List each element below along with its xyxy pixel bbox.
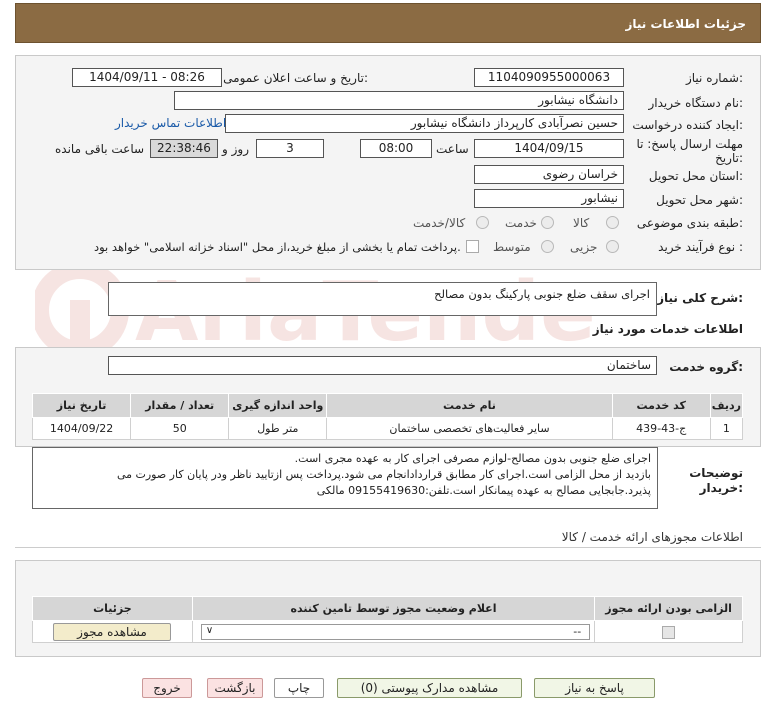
services-table: ردیف کد خدمت نام خدمت واحد اندازه گیری ت… (31, 393, 744, 440)
deadline-label: مهلت ارسال پاسخ: تا (636, 137, 743, 151)
buyer-notes-field: اجرای ضلع جنوبی بدون مصالح-لوازم مصرفی ا… (32, 447, 658, 509)
category-service-label: خدمت (505, 216, 537, 230)
deadline-time-field: 08:00 (360, 139, 432, 158)
cell-unit: متر طول (228, 417, 328, 440)
exit-button[interactable]: خروج (142, 678, 192, 698)
category-goods-label: کالا (573, 216, 590, 230)
col-service-code: کد خدمت (611, 393, 711, 418)
city-label: شهر محل تحویل: (656, 193, 743, 207)
buyer-org-label: نام دستگاه خریدار: (648, 96, 744, 110)
cell-quantity: 50 (130, 417, 230, 440)
col-quantity: تعداد / مقدار (130, 393, 230, 418)
cell-service-code: ج-43-439 (611, 417, 711, 440)
deadline-date-field: 1404/09/15 (474, 139, 624, 158)
services-section-title: اطلاعات خدمات مورد نیاز (592, 322, 743, 336)
cell-permit-required (594, 620, 743, 643)
days-label: روز و (222, 142, 249, 156)
city-field: نیشابور (474, 189, 624, 208)
permits-table: الزامی بودن ارائه مجوز اعلام وضعیت مجوز … (32, 596, 743, 643)
payment-note: پرداخت تمام یا بخشی از مبلغ خرید،از محل … (94, 240, 461, 254)
buyer-notes-label: توضیحات (689, 466, 743, 480)
buyer-notes-line-1: اجرای ضلع جنوبی بدون مصالح-لوازم مصرفی ا… (294, 452, 651, 465)
buyer-contact-link[interactable]: اطلاعات تماس خریدار (115, 116, 226, 130)
process-radio-medium[interactable] (541, 240, 554, 253)
col-permit-required: الزامی بودن ارائه مجوز (594, 596, 743, 621)
permit-status-select[interactable]: -- ∨ (200, 624, 591, 640)
buyer-notes-line-3: پذیرد.جابجایی مصالح به عهده پیمانکار است… (316, 484, 651, 497)
cell-permit-status: -- ∨ (191, 620, 596, 643)
need-number-field: 1104090955000063 (474, 68, 624, 87)
cell-need-date: 1404/09/22 (31, 417, 132, 440)
category-label: طبقه بندی موضوعی: (636, 216, 743, 230)
process-label: نوع فرآیند خرید : (658, 240, 743, 254)
province-field: خراسان رضوی (474, 165, 624, 184)
page-title: جزئیات اطلاعات نیاز (625, 17, 746, 31)
service-group-label: گروه خدمت: (669, 360, 743, 374)
services-header-row: ردیف کد خدمت نام خدمت واحد اندازه گیری ت… (31, 393, 744, 418)
province-label: استان محل تحویل: (648, 169, 743, 183)
category-radio-goods[interactable] (606, 216, 619, 229)
buyer-notes-line-2: بازدید از محل الزامی است.اجرای کار مطابق… (116, 468, 651, 481)
process-radio-minor[interactable] (606, 240, 619, 253)
table-row: 1 ج-43-439 سایر فعالیت‌های تخصصی ساختمان… (31, 417, 744, 440)
remaining-label: ساعت باقی مانده (55, 142, 145, 156)
description-label: شرح کلی نیاز: (657, 291, 743, 305)
permits-header-row: الزامی بودن ارائه مجوز اعلام وضعیت مجوز … (32, 596, 743, 621)
announce-label: تاریخ و ساعت اعلان عمومی: (223, 71, 368, 85)
chevron-down-icon: ∨ (205, 625, 214, 636)
treasury-checkbox[interactable] (466, 240, 479, 253)
col-permit-status: اعلام وضعیت مجوز توسط تامین کننده (191, 596, 596, 621)
info-panel (15, 55, 761, 270)
col-row: ردیف (709, 393, 744, 418)
cell-service-name: سایر فعالیت‌های تخصصی ساختمان (326, 417, 613, 440)
remaining-time-field: 22:38:46 (150, 139, 218, 158)
col-service-name: نام خدمت (326, 393, 613, 418)
deadline-label-date: تاریخ: (715, 151, 743, 165)
description-text: اجرای سقف ضلع جنوبی پارکینگ بدون مصالح (434, 287, 650, 301)
view-permit-button[interactable]: مشاهده مجوز (53, 623, 171, 641)
category-radio-service[interactable] (541, 216, 554, 229)
col-need-date: تاریخ نیاز (31, 393, 132, 418)
reply-button[interactable]: پاسخ به نیاز (534, 678, 655, 698)
announce-field: 1404/09/11 - 08:26 (72, 68, 222, 87)
buyer-notes-label-2: خریدار: (699, 481, 743, 495)
table-row: -- ∨ مشاهده مجوز (32, 620, 743, 643)
print-button[interactable]: چاپ (274, 678, 324, 698)
public-docs-button[interactable]: مشاهده مدارک پیوستی (0) (337, 678, 522, 698)
service-group-field: ساختمان (108, 356, 657, 375)
cell-permit-details: مشاهده مجوز (32, 620, 193, 643)
cell-row: 1 (709, 417, 744, 440)
category-radio-both[interactable] (476, 216, 489, 229)
process-medium-label: متوسط (493, 240, 531, 254)
permit-required-checkbox (662, 625, 676, 639)
creator-field: حسین نصرآبادی کارپرداز دانشگاه نیشابور (225, 114, 624, 133)
col-unit: واحد اندازه گیری (228, 393, 328, 418)
back-button[interactable]: بازگشت (207, 678, 263, 698)
need-number-label: شماره نیاز: (685, 71, 743, 85)
days-field: 3 (256, 139, 324, 158)
time-label: ساعت (436, 142, 469, 156)
description-field: اجرای سقف ضلع جنوبی پارکینگ بدون مصالح (108, 282, 657, 316)
creator-label: ایجاد کننده درخواست: (632, 118, 743, 132)
category-both-label: کالا/خدمت (413, 216, 466, 230)
col-permit-details: جزئیات (32, 596, 193, 621)
page-header: جزئیات اطلاعات نیاز (15, 3, 761, 43)
process-minor-label: جزیی (570, 240, 598, 254)
permit-status-value: -- (573, 625, 582, 638)
buyer-org-field: دانشگاه نیشابور (174, 91, 624, 110)
permits-divider (15, 547, 761, 548)
permits-section-title: اطلاعات مجوزهای ارائه خدمت / کالا (561, 530, 743, 544)
